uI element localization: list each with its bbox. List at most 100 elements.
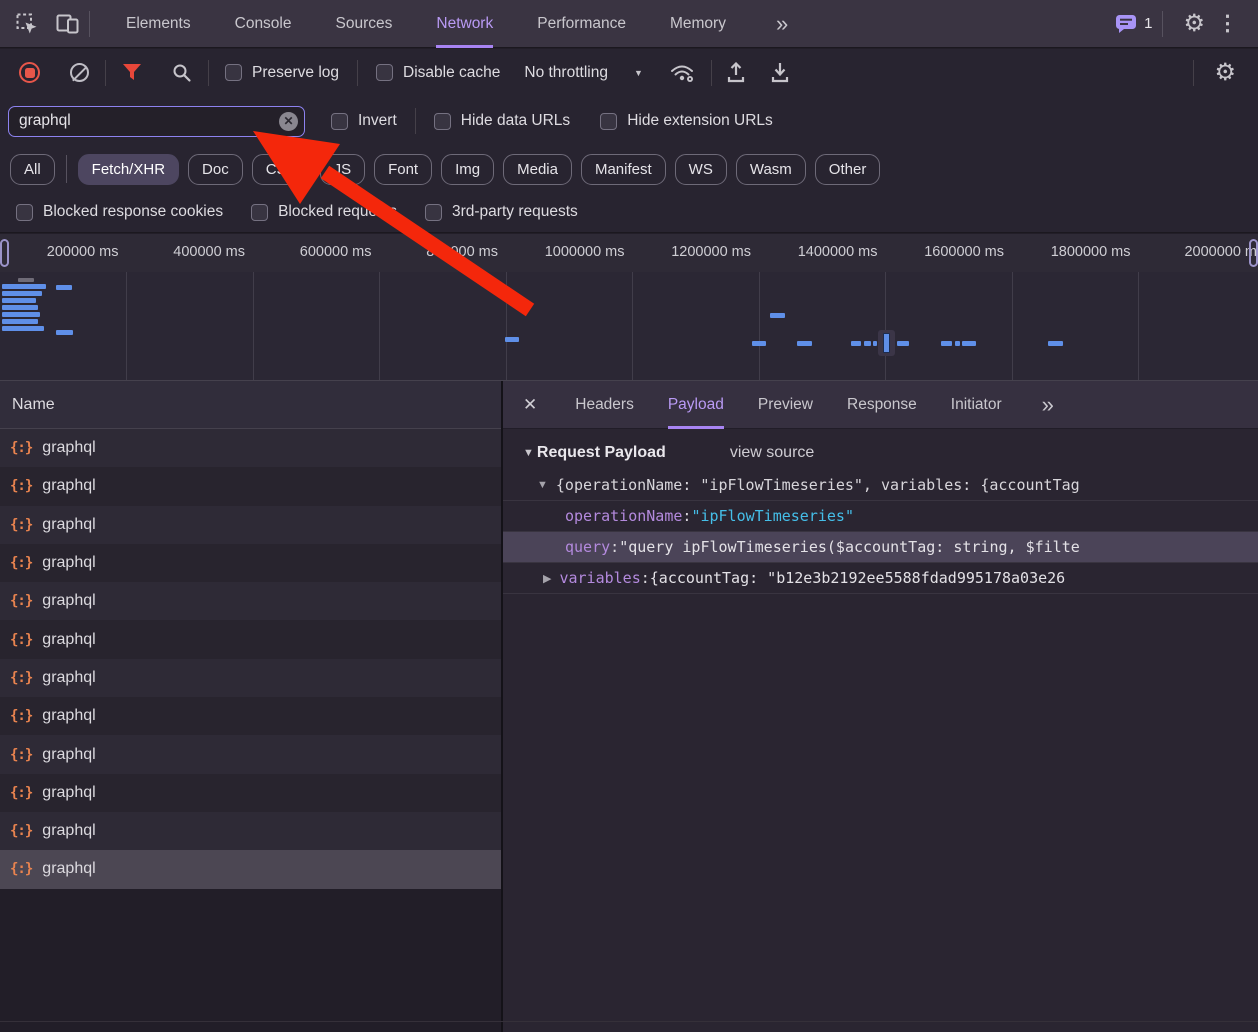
filter-funnel-icon[interactable] — [122, 64, 142, 81]
name-column-header[interactable]: Name — [0, 381, 501, 429]
advanced-filter-row: Blocked response cookies Blocked request… — [0, 192, 1258, 233]
caret-down-icon[interactable]: ▼ — [537, 479, 548, 491]
network-settings-gear-icon[interactable]: ⚙ — [1204, 61, 1246, 85]
dropdown-caret-icon: ▼ — [634, 68, 643, 78]
waterfall-selected-marker — [878, 330, 895, 356]
timeline-tick: 800000 ms — [380, 234, 507, 272]
kebab-menu-icon[interactable]: ⋮ — [1215, 13, 1244, 34]
clear-filter-icon[interactable]: ✕ — [279, 112, 298, 131]
request-type-filters: All Fetch/XHR Doc CSS JS Font Img Media … — [0, 146, 1258, 192]
invert-label: Invert — [358, 112, 397, 130]
tab-console[interactable]: Console — [235, 0, 292, 48]
payload-operation-name-row[interactable]: operationName: "ipFlowTimeseries" — [503, 501, 1258, 532]
type-filter-js[interactable]: JS — [320, 154, 366, 185]
import-har-icon[interactable] — [726, 62, 746, 84]
tab-payload[interactable]: Payload — [668, 381, 724, 429]
type-filter-media[interactable]: Media — [503, 154, 572, 185]
blocked-response-cookies-checkbox[interactable] — [16, 204, 33, 221]
request-row[interactable]: {:}graphql — [0, 697, 501, 735]
tab-headers[interactable]: Headers — [575, 381, 634, 429]
hide-extension-urls-checkbox[interactable] — [600, 113, 617, 130]
close-details-icon[interactable]: ✕ — [523, 395, 537, 415]
request-row[interactable]: {:}graphql — [0, 620, 501, 658]
payload-variables-row[interactable]: ▶ variables: {accountTag: "b12e3b2192ee5… — [503, 563, 1258, 594]
request-row[interactable]: {:}graphql — [0, 774, 501, 812]
tab-sources[interactable]: Sources — [336, 0, 393, 48]
request-row[interactable]: {:}graphql — [0, 659, 501, 697]
timeline-tick: 1800000 ms — [1012, 234, 1139, 272]
inspect-element-icon[interactable] — [16, 13, 38, 35]
json-file-icon: {:} — [10, 670, 32, 686]
json-file-icon: {:} — [10, 555, 32, 571]
hide-extension-urls-label: Hide extension URLs — [627, 112, 773, 130]
type-filter-wasm[interactable]: Wasm — [736, 154, 806, 185]
timeline-tick: 1000000 ms — [506, 234, 633, 272]
request-row[interactable]: {:}graphql — [0, 544, 501, 582]
timeline-scroll-handle-left[interactable] — [0, 239, 9, 267]
more-detail-tabs-icon[interactable]: » — [1042, 392, 1054, 418]
hide-data-urls-label: Hide data URLs — [461, 112, 570, 130]
json-file-icon: {:} — [10, 478, 32, 494]
timeline-ruler: 200000 ms 400000 ms 600000 ms 800000 ms … — [0, 234, 1258, 272]
type-filter-other[interactable]: Other — [815, 154, 881, 185]
timeline-tick: 2000000 m — [1139, 234, 1258, 272]
more-tabs-icon[interactable]: » — [776, 11, 788, 37]
request-row[interactable]: {:}graphql — [0, 582, 501, 620]
collapse-caret-icon[interactable]: ▼ — [523, 447, 534, 459]
tab-elements[interactable]: Elements — [126, 0, 191, 48]
settings-gear-icon[interactable]: ⚙ — [1173, 12, 1215, 36]
bottom-divider — [0, 1021, 1258, 1022]
request-row[interactable]: {:}graphql — [0, 850, 501, 888]
tab-preview[interactable]: Preview — [758, 381, 813, 429]
request-row[interactable]: {:}graphql — [0, 506, 501, 544]
preserve-log-checkbox[interactable] — [225, 64, 242, 81]
throttling-dropdown[interactable]: No throttling ▼ — [524, 64, 643, 82]
json-file-icon: {:} — [10, 440, 32, 456]
search-icon[interactable] — [172, 63, 192, 83]
network-filter-field: ✕ — [8, 106, 305, 137]
json-file-icon: {:} — [10, 593, 32, 609]
network-conditions-icon[interactable] — [669, 61, 697, 85]
type-filter-img[interactable]: Img — [441, 154, 494, 185]
timeline-tick: 400000 ms — [127, 234, 254, 272]
type-filter-all[interactable]: All — [10, 154, 55, 185]
type-filter-font[interactable]: Font — [374, 154, 432, 185]
clear-network-log-button[interactable] — [70, 63, 89, 82]
blocked-requests-checkbox[interactable] — [251, 204, 268, 221]
view-source-link[interactable]: view source — [730, 444, 814, 462]
export-har-icon[interactable] — [770, 62, 790, 84]
third-party-requests-checkbox[interactable] — [425, 204, 442, 221]
tab-performance[interactable]: Performance — [537, 0, 626, 48]
network-filter-row: ✕ Invert Hide data URLs Hide extension U… — [0, 96, 1258, 146]
payload-query-row[interactable]: query: "query ipFlowTimeseries($accountT… — [503, 532, 1258, 563]
network-overview-timeline[interactable]: 200000 ms 400000 ms 600000 ms 800000 ms … — [0, 234, 1258, 380]
invert-checkbox[interactable] — [331, 113, 348, 130]
devtools-main-toolbar: Elements Console Sources Network Perform… — [0, 0, 1258, 48]
type-filter-doc[interactable]: Doc — [188, 154, 243, 185]
request-details-tabs: ✕ Headers Payload Preview Response Initi… — [503, 381, 1258, 429]
device-toolbar-icon[interactable] — [56, 14, 79, 34]
type-filter-ws[interactable]: WS — [675, 154, 727, 185]
tab-network[interactable]: Network — [436, 0, 493, 48]
tab-response[interactable]: Response — [847, 381, 917, 429]
payload-root-row[interactable]: ▼ {operationName: "ipFlowTimeseries", va… — [503, 470, 1258, 501]
type-filter-fetch-xhr[interactable]: Fetch/XHR — [78, 154, 179, 185]
request-row[interactable]: {:}graphql — [0, 467, 501, 505]
json-file-icon: {:} — [10, 861, 32, 877]
request-row[interactable]: {:}graphql — [0, 735, 501, 773]
json-file-icon: {:} — [10, 632, 32, 648]
request-row[interactable]: {:}graphql — [0, 429, 501, 467]
record-network-log-button[interactable] — [19, 62, 40, 83]
timeline-scroll-handle-right[interactable] — [1249, 239, 1258, 267]
request-row[interactable]: {:}graphql — [0, 812, 501, 850]
type-filter-manifest[interactable]: Manifest — [581, 154, 666, 185]
type-filter-css[interactable]: CSS — [252, 154, 311, 185]
tab-initiator[interactable]: Initiator — [951, 381, 1002, 429]
issues-counter[interactable]: 1 — [1115, 14, 1152, 34]
hide-data-urls-checkbox[interactable] — [434, 113, 451, 130]
payload-json-tree: ▼ {operationName: "ipFlowTimeseries", va… — [503, 470, 1258, 594]
filter-input[interactable] — [9, 112, 304, 130]
caret-right-icon[interactable]: ▶ — [543, 572, 551, 585]
disable-cache-checkbox[interactable] — [376, 64, 393, 81]
tab-memory[interactable]: Memory — [670, 0, 726, 48]
